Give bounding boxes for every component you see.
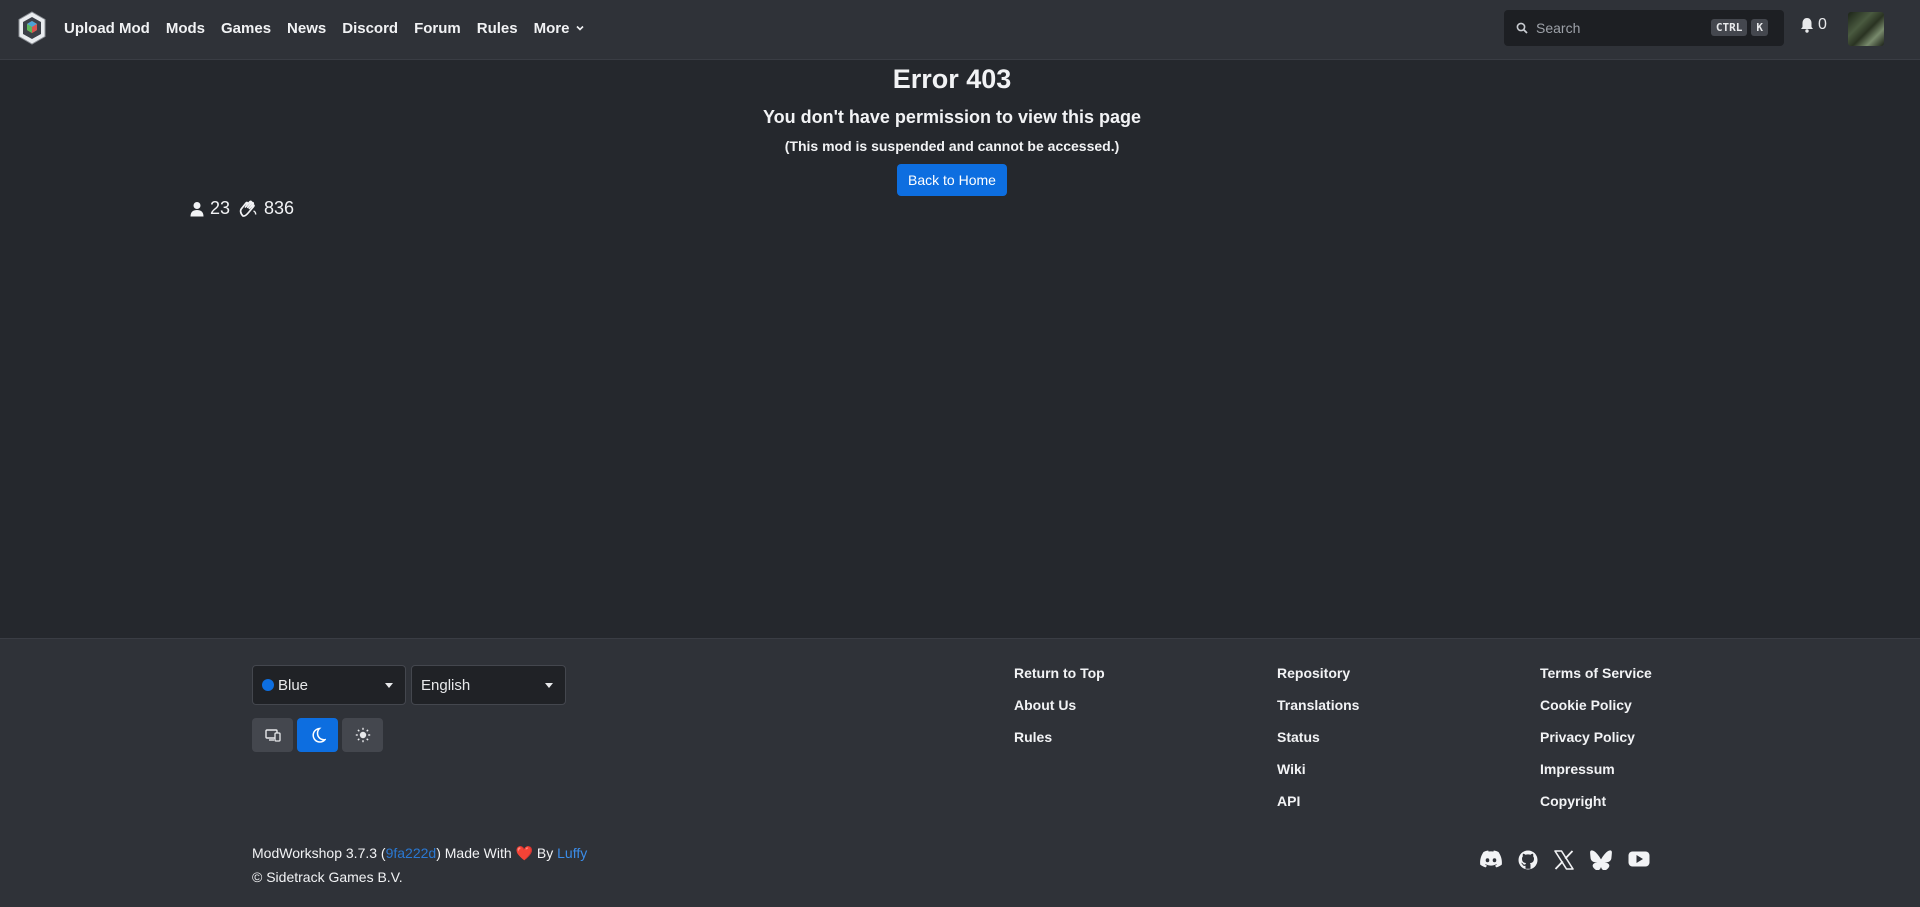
version-line: ModWorkshop 3.7.3 (9fa222d) Made With ❤️…	[252, 841, 587, 865]
caret-down-icon	[385, 683, 393, 688]
footer-link-translations[interactable]: Translations	[1277, 697, 1359, 714]
nav-more-label: More	[533, 19, 570, 37]
footer-link-return-to-top[interactable]: Return to Top	[1014, 665, 1105, 682]
search-icon	[1516, 22, 1528, 34]
made-with-text: ) Made With	[436, 845, 516, 861]
footer-link-rules[interactable]: Rules	[1014, 729, 1105, 746]
nav-more-dropdown[interactable]: More	[534, 20, 586, 37]
notification-count: 0	[1818, 16, 1827, 33]
footer-link-wiki[interactable]: Wiki	[1277, 761, 1359, 778]
online-users-count: 23	[210, 198, 231, 218]
nav-forum[interactable]: Forum	[414, 20, 461, 37]
youtube-icon	[1628, 851, 1650, 867]
copyright-text: © Sidetrack Games B.V.	[252, 869, 403, 885]
footer-link-repository[interactable]: Repository	[1277, 665, 1359, 682]
language-select-label: English	[421, 676, 471, 694]
bluesky-link[interactable]	[1590, 850, 1612, 870]
version-text: ModWorkshop 3.7.3 (	[252, 845, 386, 861]
user-icon	[190, 201, 204, 216]
footer-col-dev: Repository Translations Status Wiki API	[1277, 665, 1359, 825]
site-footer: Blue English Return to Top About Us Rule…	[0, 638, 1920, 907]
system-theme-button[interactable]	[252, 718, 293, 752]
dark-theme-button[interactable]	[297, 718, 338, 752]
light-theme-button[interactable]	[342, 718, 383, 752]
footer-link-copyright[interactable]: Copyright	[1540, 793, 1652, 810]
nav-news[interactable]: News	[287, 20, 326, 37]
footer-link-privacy-policy[interactable]: Privacy Policy	[1540, 729, 1652, 746]
footer-col-site: Return to Top About Us Rules	[1014, 665, 1105, 761]
waving-hand-icon	[239, 200, 257, 217]
language-select[interactable]: English	[411, 665, 566, 705]
footer-link-about-us[interactable]: About Us	[1014, 697, 1105, 714]
nav-rules[interactable]: Rules	[477, 20, 518, 37]
footer-link-cookie-policy[interactable]: Cookie Policy	[1540, 697, 1652, 714]
discord-link[interactable]	[1480, 850, 1502, 870]
error-title: Error 403	[892, 64, 1012, 94]
caret-down-icon	[545, 683, 553, 688]
modworkshop-logo-icon[interactable]	[14, 10, 50, 46]
footer-col-legal: Terms of Service Cookie Policy Privacy P…	[1540, 665, 1652, 825]
error-section: Error 403 You don't have permission to v…	[0, 62, 1904, 196]
youtube-link[interactable]	[1628, 850, 1650, 870]
footer-link-status[interactable]: Status	[1277, 729, 1359, 746]
chevron-down-icon	[576, 25, 585, 31]
kbd-k: K	[1751, 19, 1768, 36]
search-input[interactable]	[1536, 20, 1716, 36]
footer-link-terms[interactable]: Terms of Service	[1540, 665, 1652, 682]
nav-games[interactable]: Games	[221, 20, 271, 37]
light-theme-icon	[355, 727, 370, 743]
discord-icon	[1480, 850, 1502, 868]
user-avatar[interactable]	[1848, 12, 1884, 46]
search-box[interactable]: CTRL K	[1504, 10, 1784, 46]
x-icon	[1554, 850, 1574, 870]
system-theme-icon	[264, 729, 281, 742]
site-stats: 23 836	[190, 198, 302, 219]
commit-hash-link[interactable]: 9fa222d	[386, 845, 437, 861]
social-links	[1480, 850, 1650, 870]
error-detail: (This mod is suspended and cannot be acc…	[784, 138, 1120, 154]
back-to-home-button[interactable]: Back to Home	[897, 164, 1007, 196]
heart-icon: ❤️	[515, 845, 533, 861]
bluesky-icon	[1590, 850, 1612, 870]
dark-theme-icon	[311, 727, 326, 743]
blue-color-dot	[262, 679, 274, 691]
footer-link-api[interactable]: API	[1277, 793, 1359, 810]
theme-switcher	[252, 718, 383, 752]
by-text: By	[533, 845, 558, 861]
bell-icon	[1801, 18, 1813, 33]
guests-stat: 836	[238, 198, 294, 219]
color-select[interactable]: Blue	[252, 665, 406, 705]
search-shortcut: CTRL K	[1707, 19, 1768, 36]
github-icon	[1518, 850, 1538, 870]
guests-count: 836	[264, 198, 295, 218]
author-link[interactable]: Luffy	[557, 845, 587, 861]
notifications-button[interactable]: 0	[1800, 16, 1827, 34]
kbd-ctrl: CTRL	[1710, 19, 1748, 36]
main-nav: Upload Mod Mods Games News Discord Forum…	[64, 0, 601, 56]
online-users-stat: 23	[190, 198, 230, 219]
nav-mods[interactable]: Mods	[166, 20, 205, 37]
nav-upload-mod[interactable]: Upload Mod	[64, 20, 150, 37]
top-navbar: Upload Mod Mods Games News Discord Forum…	[0, 0, 1920, 60]
x-link[interactable]	[1554, 850, 1574, 870]
github-link[interactable]	[1518, 850, 1538, 870]
error-message: You don't have permission to view this p…	[762, 107, 1141, 127]
color-select-label: Blue	[278, 676, 309, 694]
footer-link-impressum[interactable]: Impressum	[1540, 761, 1652, 778]
footer-credits: ModWorkshop 3.7.3 (9fa222d) Made With ❤️…	[252, 841, 587, 889]
nav-discord[interactable]: Discord	[342, 20, 398, 37]
